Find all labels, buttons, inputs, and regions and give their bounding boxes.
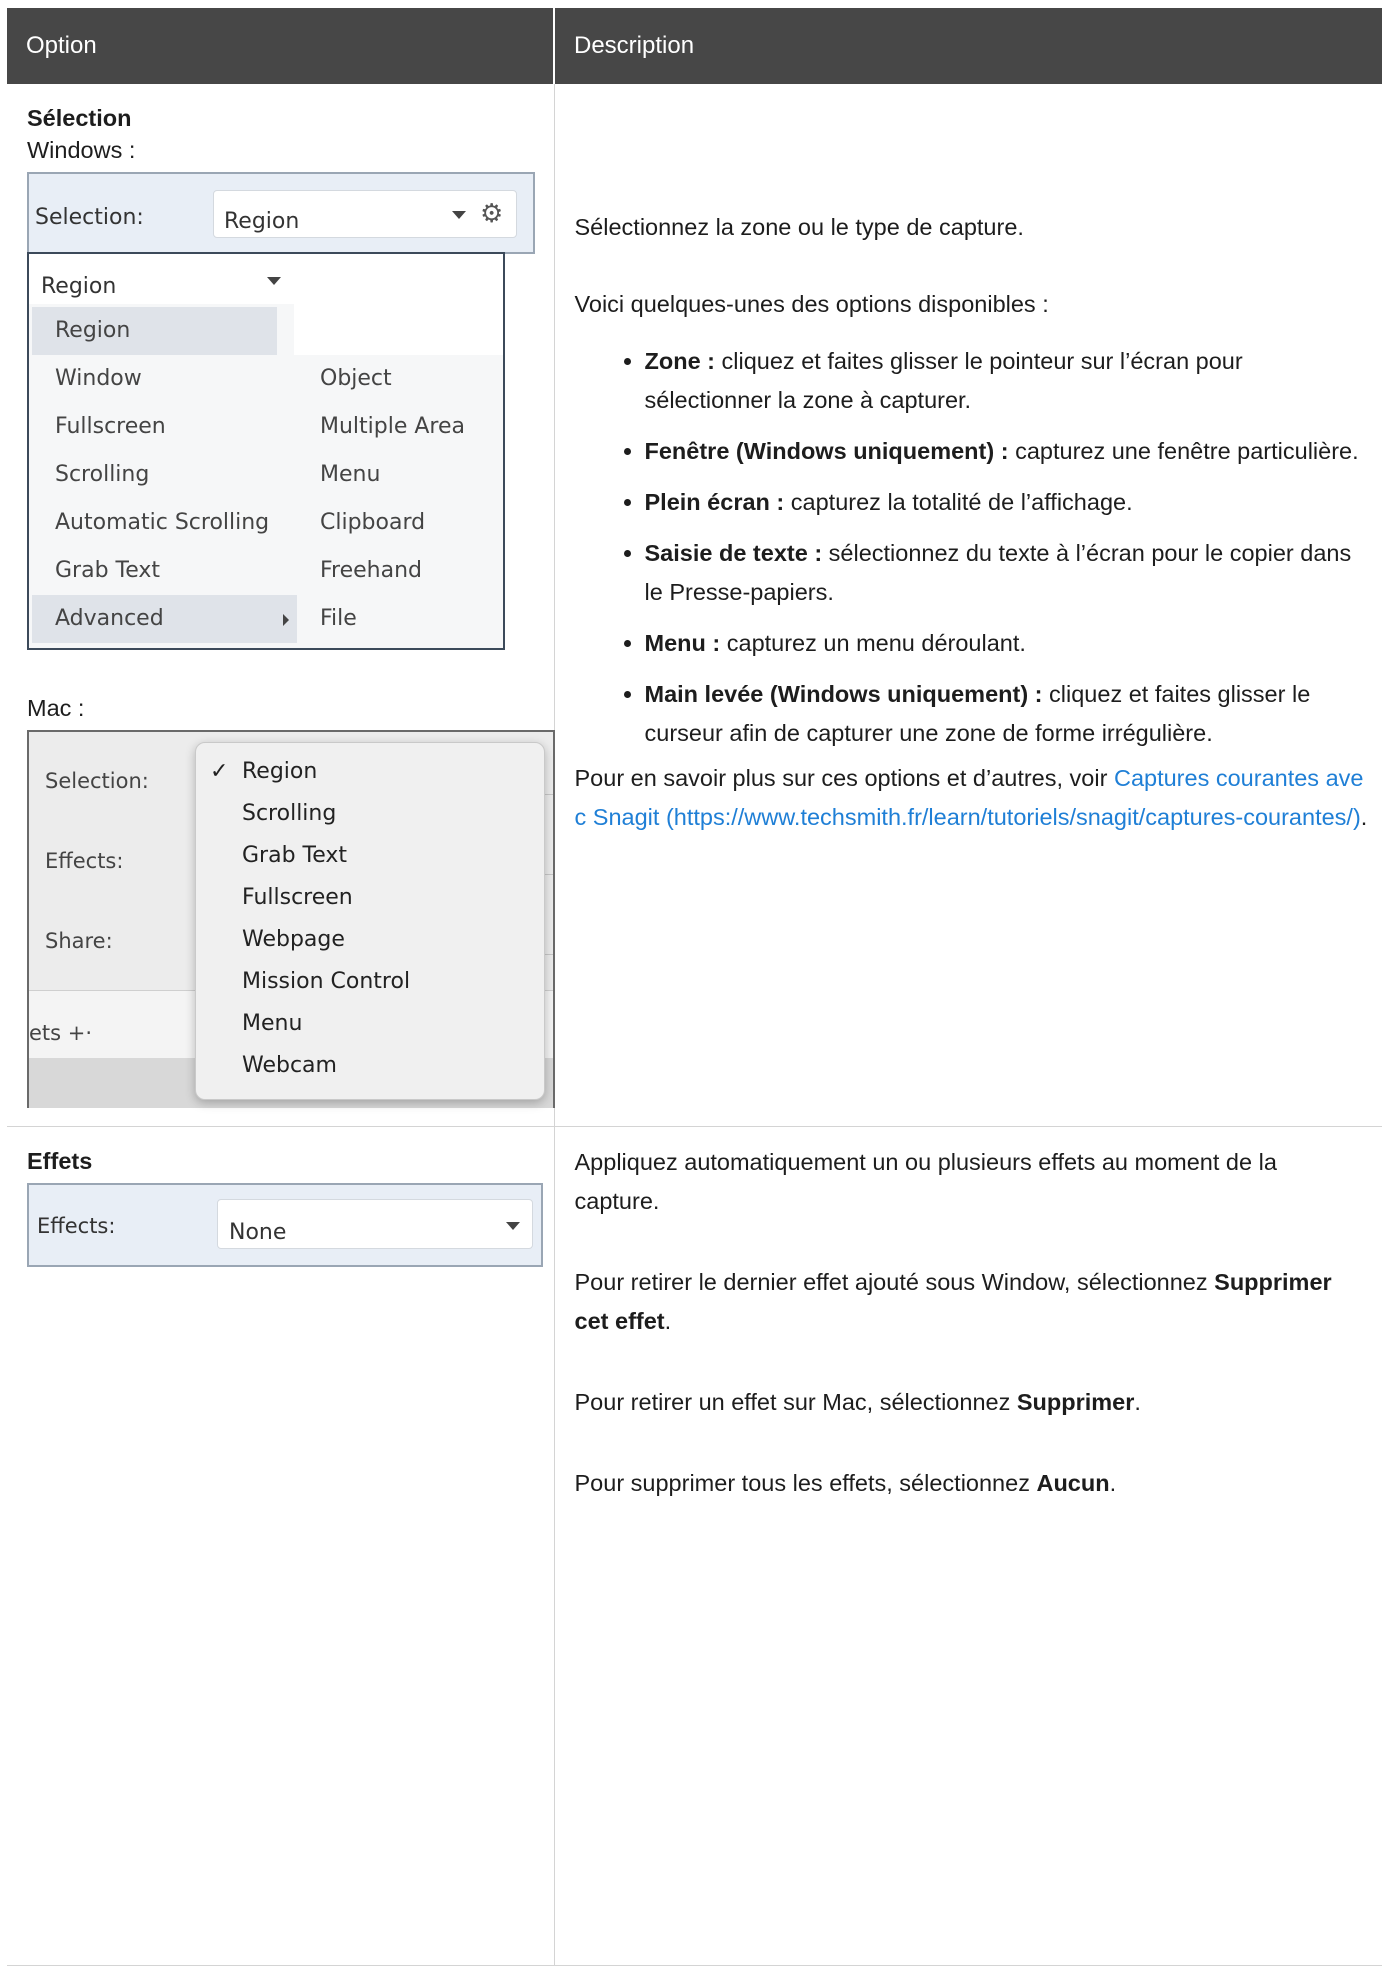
list-item: Menu : capturez un menu déroulant. xyxy=(645,624,1369,663)
table-row-effects: Effets Effects: None Appliquez automatiq… xyxy=(7,1126,1382,1966)
p4-prefix: Pour supprimer tous les effets, sélectio… xyxy=(574,1469,1037,1496)
mac-menu-item-fullscreen[interactable]: Fullscreen xyxy=(196,877,544,919)
windows-label: Windows : xyxy=(27,137,136,163)
mac-menu-item-label: Region xyxy=(242,759,318,784)
selection-desc-p1: Sélectionnez la zone ou le type de captu… xyxy=(574,214,1024,240)
bullet-term: Saisie de texte : xyxy=(644,540,823,566)
menu-item-scrolling[interactable]: Scrolling xyxy=(32,451,300,499)
list-item: Main levée (Windows uniquement) : clique… xyxy=(645,675,1369,753)
windows-selection-bar: Selection: Region ⚙ xyxy=(27,172,535,254)
more-prefix: Pour en savoir plus sur ces options et d… xyxy=(574,765,1114,791)
effects-desc-p2: Pour retirer le dernier effet ajouté sou… xyxy=(575,1263,1369,1341)
mac-share-label: Share: xyxy=(45,929,113,953)
bullet-text: capturez un menu déroulant. xyxy=(720,630,1026,656)
chevron-right-icon xyxy=(283,614,289,626)
menu-item-file[interactable]: File xyxy=(302,595,502,643)
chevron-down-icon xyxy=(506,1221,520,1230)
mac-selection-menu: ✓ Region Scrolling Grab Text Fullscreen W… xyxy=(195,742,545,1100)
effects-desc-p3: Pour retirer un effet sur Mac, sélection… xyxy=(575,1383,1369,1422)
list-item: Zone : cliquez et faites glisser le poin… xyxy=(645,342,1369,420)
menu-item-grab-text[interactable]: Grab Text xyxy=(32,547,300,595)
menu-item-multiple-area[interactable]: Multiple Area xyxy=(302,403,502,451)
bullet-term: Zone : xyxy=(644,348,716,374)
effects-combo[interactable]: None xyxy=(217,1198,533,1249)
mac-selection-label: Selection: xyxy=(45,769,149,793)
selection-desc-more: Pour en savoir plus sur ces options et d… xyxy=(575,759,1369,837)
mac-presets-label[interactable]: ets +· xyxy=(29,1014,92,1053)
mac-menu-item-scrolling[interactable]: Scrolling xyxy=(196,793,544,835)
windows-selection-screenshot: Selection: Region ⚙ Region Region Window… xyxy=(27,172,539,652)
effects-description-cell: Appliquez automatiquement un ou plusieur… xyxy=(554,1126,1382,1966)
more-suffix: . xyxy=(1360,804,1368,830)
menu-item-advanced[interactable]: Advanced xyxy=(32,595,297,643)
gear-icon[interactable]: ⚙ xyxy=(480,199,503,229)
menu-item-menu[interactable]: Menu xyxy=(302,451,502,499)
menu-item-clipboard[interactable]: Clipboard xyxy=(302,499,502,547)
mac-menu-item-grab-text[interactable]: Grab Text xyxy=(196,835,544,877)
options-table: Option Description Sélection Windows : S… xyxy=(7,8,1382,1966)
mac-menu-list: ✓ Region Scrolling Grab Text Fullscreen W… xyxy=(196,751,544,1087)
selection-options-list: Zone : cliquez et faites glisser le poin… xyxy=(575,342,1369,753)
menu-item-window[interactable]: Window xyxy=(32,355,300,403)
bullet-term: Plein écran : xyxy=(644,489,785,515)
list-item: Plein écran : capturez la totalité de l’… xyxy=(645,483,1369,522)
p3-suffix: . xyxy=(1134,1388,1141,1415)
selection-combo-value: Region xyxy=(224,209,300,234)
menu-item-advanced-label: Advanced xyxy=(55,606,164,631)
effects-combo-value: None xyxy=(229,1219,287,1245)
menu-item-automatic-scrolling[interactable]: Automatic Scrolling xyxy=(32,499,300,547)
list-item: Saisie de texte : sélectionnez du texte … xyxy=(645,534,1369,612)
p2-suffix: . xyxy=(664,1307,672,1334)
mac-menu-item-region[interactable]: ✓ Region xyxy=(196,751,544,793)
effects-screenshot: Effects: None xyxy=(27,1182,543,1267)
selection-combo[interactable]: Region ⚙ xyxy=(213,190,517,238)
bullet-text: cliquez et faites glisser le pointeur su… xyxy=(644,348,1243,413)
p3-bold: Supprimer xyxy=(1016,1388,1135,1415)
mac-menu-item-menu[interactable]: Menu xyxy=(196,1003,544,1045)
selection-desc-p2: Voici quelques-unes des options disponib… xyxy=(574,291,1049,317)
selection-option-cell: Sélection Windows : Selection: Region ⚙ … xyxy=(7,84,557,1127)
p2-prefix: Pour retirer le dernier effet ajouté sou… xyxy=(574,1268,1215,1295)
effects-desc-p1: Appliquez automatiquement un ou plusieur… xyxy=(574,1148,1277,1214)
selection-description-cell: Sélectionnez la zone ou le type de captu… xyxy=(554,84,1382,1127)
mac-menu-item-webpage[interactable]: Webpage xyxy=(196,919,544,961)
checkmark-icon: ✓ xyxy=(210,759,229,784)
selection-bar-label: Selection: xyxy=(35,205,144,230)
dropdown-head[interactable]: Region xyxy=(29,254,294,304)
windows-selection-dropdown: Region Region Window Fullscreen Scrollin… xyxy=(27,252,505,650)
dropdown-blank-area xyxy=(294,254,503,355)
bullet-term: Menu : xyxy=(644,630,721,656)
chevron-down-icon xyxy=(452,211,466,219)
menu-item-region[interactable]: Region xyxy=(32,307,277,355)
dropdown-menu-right: Object Multiple Area Menu Clipboard Free… xyxy=(302,355,502,643)
effects-label: Effects: xyxy=(37,1213,116,1238)
p4-suffix: . xyxy=(1109,1469,1117,1496)
table-header-row: Option Description xyxy=(7,8,1382,84)
header-description: Description xyxy=(554,8,1382,84)
effects-desc-p4: Pour supprimer tous les effets, sélectio… xyxy=(575,1464,1369,1503)
dropdown-menu-left: Region Window Fullscreen Scrolling Autom… xyxy=(32,307,300,643)
p4-bold: Aucun xyxy=(1036,1469,1110,1496)
p3-prefix: Pour retirer un effet sur Mac, sélection… xyxy=(574,1388,1017,1415)
chevron-down-icon xyxy=(267,277,281,285)
bullet-term: Main levée (Windows uniquement) : xyxy=(644,681,1043,707)
menu-item-object[interactable]: Object xyxy=(302,355,502,403)
menu-item-fullscreen[interactable]: Fullscreen xyxy=(32,403,300,451)
bullet-text: capturez une fenêtre particulière. xyxy=(1008,438,1359,464)
dropdown-head-value: Region xyxy=(41,274,117,299)
mac-effects-label: Effects: xyxy=(45,849,124,873)
mac-menu-item-mission-control[interactable]: Mission Control xyxy=(196,961,544,1003)
table-row-selection: Sélection Windows : Selection: Region ⚙ … xyxy=(7,84,1382,1127)
mac-label: Mac : xyxy=(27,695,85,721)
bullet-term: Fenêtre (Windows uniquement) : xyxy=(644,438,1009,464)
effects-title: Effets xyxy=(27,1147,93,1174)
menu-item-freehand[interactable]: Freehand xyxy=(302,547,502,595)
selection-title: Sélection xyxy=(27,105,132,131)
effects-option-cell: Effets Effects: None xyxy=(7,1126,555,1966)
bullet-text: capturez la totalité de l’affichage. xyxy=(784,489,1133,515)
mac-menu-item-webcam[interactable]: Webcam xyxy=(196,1045,544,1087)
list-item: Fenêtre (Windows uniquement) : capturez … xyxy=(645,432,1369,471)
mac-selection-screenshot: Selection: Effects: Share: ets +· ✓ Regi… xyxy=(27,730,557,1110)
header-option: Option xyxy=(7,8,555,84)
